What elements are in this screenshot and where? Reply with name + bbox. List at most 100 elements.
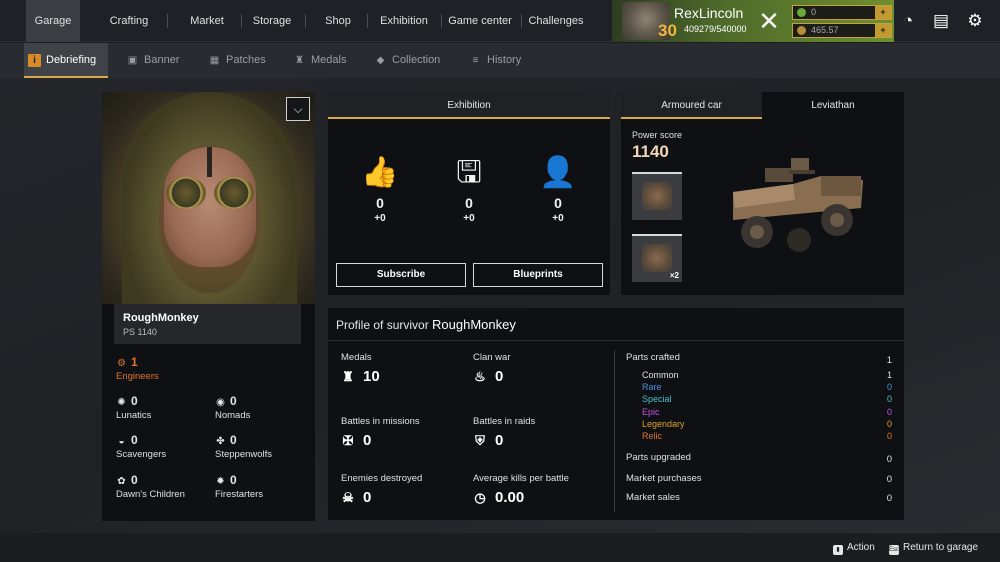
nav-garage[interactable]: Garage xyxy=(26,0,80,42)
survivor-power-score: PS 1140 xyxy=(123,327,157,337)
coins-counter: 0 + xyxy=(792,5,892,20)
stat-label: Battles in missions xyxy=(341,416,420,427)
nav-market[interactable]: Market xyxy=(182,0,232,42)
speedometer-icon[interactable]: ◔ xyxy=(899,12,917,30)
row-label: Epic xyxy=(642,407,660,417)
raid-icon: ⛨ xyxy=(475,433,485,448)
nav-shop[interactable]: Shop xyxy=(318,0,358,42)
tab-exhibition[interactable]: Exhibition xyxy=(328,92,610,119)
row-rarity-special: Special 0 xyxy=(642,394,892,404)
nav-challenges[interactable]: Challenges xyxy=(526,0,586,42)
engineers-icon: ⚙ xyxy=(117,358,126,369)
gear-icon[interactable]: ⚙ xyxy=(966,12,984,30)
stat-battles-missions: Battles in missions ✠ 0 xyxy=(341,416,420,449)
messages-icon[interactable]: ▤ xyxy=(932,12,950,30)
chevron-down-icon[interactable]: ⌵ xyxy=(286,97,310,121)
top-navigation: Garage Crafting Market Storage Shop Exhi… xyxy=(0,0,1000,42)
row-market-sales: Market sales 0 xyxy=(626,492,892,504)
stat-battles-raids: Battles in raids ⛨ 0 xyxy=(473,416,535,449)
subscribers-stat: 👤 0 +0 xyxy=(528,155,588,224)
mouse-icon: ▮ xyxy=(833,545,843,555)
stat-label: Average kills per battle xyxy=(473,473,569,484)
armoured-car-render[interactable] xyxy=(725,150,867,262)
faction-value: 0 xyxy=(131,394,138,408)
scrap-icon xyxy=(797,26,806,35)
medal-icon: ♜ xyxy=(295,55,304,66)
blueprints-button[interactable]: Blueprints xyxy=(473,263,603,287)
tab-leviathan[interactable]: Leviathan xyxy=(762,92,904,119)
add-scrap-button[interactable]: + xyxy=(875,24,891,37)
row-label: Market sales xyxy=(626,492,680,503)
faction-nomads: ◉ 0 Nomads xyxy=(215,394,250,421)
add-coins-button[interactable]: + xyxy=(875,6,891,19)
row-value: 0 xyxy=(886,493,892,504)
row-rarity-common: Common 1 xyxy=(642,370,892,380)
row-rarity-epic: Epic 0 xyxy=(642,407,892,417)
faction-value: 0 xyxy=(131,473,138,487)
tab-label: Collection xyxy=(392,54,441,66)
nav-crafting[interactable]: Crafting xyxy=(102,0,156,42)
save-blueprint-icon: 🖫 xyxy=(456,156,482,189)
scrap-value: 465.57 xyxy=(811,25,839,35)
kills-gauge-icon: ◷ xyxy=(474,490,486,505)
subscribe-button[interactable]: Subscribe xyxy=(336,263,466,287)
tab-patches[interactable]: ▦ Patches xyxy=(204,43,278,78)
tab-debriefing[interactable]: i Debriefing xyxy=(24,43,108,78)
nomads-icon: ◉ xyxy=(216,397,225,408)
player-name: RexLincoln xyxy=(674,5,744,21)
row-value: 0 xyxy=(886,454,892,465)
weapon-slot[interactable] xyxy=(632,172,682,220)
stat-enemies-destroyed: Enemies destroyed ☠ 0 xyxy=(341,473,422,506)
row-value: 0 xyxy=(886,431,892,441)
player-xp: 409279/540000 xyxy=(684,24,747,34)
faction-value: 1 xyxy=(131,355,138,369)
stat-label: Enemies destroyed xyxy=(341,473,423,484)
tab-banner[interactable]: ▣ Banner xyxy=(122,43,192,78)
nav-storage[interactable]: Storage xyxy=(248,0,296,42)
faction-name: Lunatics xyxy=(116,410,152,421)
nav-divider xyxy=(167,14,168,28)
hint-label: Action xyxy=(847,542,875,553)
turret-icon xyxy=(642,244,672,272)
rank-x-icon: ✕ xyxy=(758,6,780,36)
nav-exhibition[interactable]: Exhibition xyxy=(375,0,433,42)
row-value: 0 xyxy=(886,394,892,404)
stat-value: 0 xyxy=(363,489,372,506)
tab-label: History xyxy=(487,54,522,66)
likes-stat: 👍 0 +0 xyxy=(350,155,410,224)
portrait-face-stripe xyxy=(207,147,212,177)
stat-value: 0 xyxy=(554,195,562,211)
divider xyxy=(328,340,904,341)
row-value: 0 xyxy=(886,474,892,485)
tab-medals[interactable]: ♜ Medals xyxy=(289,43,357,78)
action-hint[interactable]: ▮ Action xyxy=(833,542,875,555)
stat-value: 0 xyxy=(363,432,372,449)
nav-divider xyxy=(305,14,306,28)
turret-icon xyxy=(642,182,672,210)
row-label: Rare xyxy=(642,382,662,392)
stat-value: 10 xyxy=(363,368,380,385)
stat-label: Medals xyxy=(341,352,372,363)
saves-stat: 🖫 0 +0 xyxy=(439,155,499,224)
weapon-slot[interactable]: ×2 xyxy=(632,234,682,282)
stat-value: 0 xyxy=(495,432,504,449)
subscriber-icon: 👤 xyxy=(539,156,577,189)
patch-icon: ▦ xyxy=(209,55,220,66)
player-card[interactable]: 30 RexLincoln 409279/540000 ✕ 0 + 465.57… xyxy=(612,0,894,42)
row-label: Parts upgraded xyxy=(626,452,691,463)
scrap-counter: 465.57 + xyxy=(792,23,892,38)
divider xyxy=(614,350,615,512)
tab-armoured-car[interactable]: Armoured car xyxy=(621,92,762,119)
return-hint[interactable]: Esc Return to garage xyxy=(889,542,978,555)
nav-game-center[interactable]: Game center xyxy=(447,0,513,42)
steppenwolfs-icon: ✤ xyxy=(216,436,225,447)
faction-lunatics: ✺ 0 Lunatics xyxy=(116,394,151,421)
row-label: Special xyxy=(642,394,672,404)
tab-history[interactable]: ≡ History xyxy=(465,43,535,78)
faction-dawns-children: ✿ 0 Dawn's Children xyxy=(116,473,185,500)
tab-collection[interactable]: ◆ Collection xyxy=(370,43,450,78)
hint-label: Return to garage xyxy=(903,542,979,553)
faction-steppenwolfs: ✤ 0 Steppenwolfs xyxy=(215,433,272,460)
row-value: 0 xyxy=(886,407,892,417)
firestarters-icon: ✹ xyxy=(216,476,225,487)
